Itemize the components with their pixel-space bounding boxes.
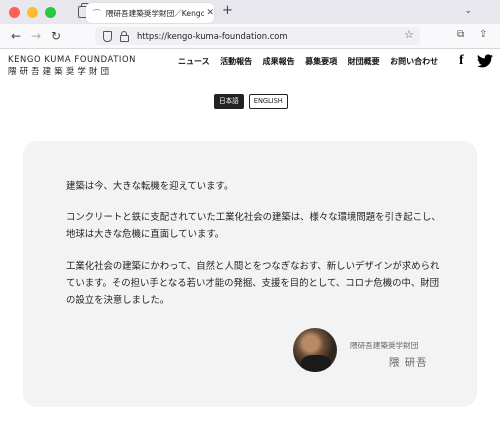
main-nav: ニュース 活動報告 成果報告 募集要項 財団概要 お問い合わせ (178, 56, 449, 67)
nav-item-contact[interactable]: お問い合わせ (390, 56, 438, 67)
message-paragraph-2: コンクリートと鉄に支配されていた工業化社会の建築は、様々な環境問題を引き起こし、… (66, 212, 441, 240)
star-icon[interactable]: ☆ (404, 28, 414, 41)
nav-item-foundation-overview[interactable]: 財団概要 (348, 56, 380, 67)
lang-japanese-button[interactable]: 日本語 (214, 94, 244, 109)
zoom-window-button[interactable] (45, 6, 56, 18)
back-icon[interactable]: ← (6, 29, 26, 43)
site-header: KENGO KUMA FOUNDATION 隈研吾建築奨学財団 ニュース 活動報… (0, 49, 500, 83)
navigation-bar: ← → ↻ https://kengo-kuma-foundation.com … (0, 24, 500, 49)
message-paragraph-1: 建築は今、大きな転機を迎えています。 (66, 181, 234, 192)
tab-bar: ⌒ 隈研吾建築奨学財団／Kengo Kuma ✕ + ⌄ (0, 0, 500, 24)
new-tab-button[interactable]: + (222, 4, 233, 18)
logo-japanese: 隈研吾建築奨学財団 (8, 66, 113, 76)
message-card: 建築は今、大きな転機を迎えています。 コンクリートと鉄に支配されていた工業化社会… (23, 141, 477, 407)
avatar (293, 328, 337, 372)
extensions-icon[interactable]: ⧉ (457, 29, 464, 40)
site-logo[interactable]: KENGO KUMA FOUNDATION 隈研吾建築奨学財団 (8, 54, 136, 77)
language-switch: 日本語 ENGLISH (214, 94, 288, 109)
browser-window: ⌒ 隈研吾建築奨学財団／Kengo Kuma ✕ + ⌄ ← → ↻ https… (0, 0, 500, 435)
nav-item-results-report[interactable]: 成果報告 (263, 56, 295, 67)
reload-icon[interactable]: ↻ (46, 29, 66, 43)
tab-close-icon[interactable]: ✕ (206, 8, 214, 18)
tab-title: 隈研吾建築奨学財団／Kengo Kuma (105, 8, 205, 18)
favicon-icon: ⌒ (93, 8, 101, 18)
window-controls (9, 6, 56, 18)
close-window-button[interactable] (9, 6, 20, 18)
url-bar[interactable]: https://kengo-kuma-foundation.com ☆ (95, 27, 420, 45)
shield-icon[interactable] (103, 30, 112, 42)
nav-item-application-guidelines[interactable]: 募集要項 (305, 56, 337, 67)
signature-name: 隈 研吾 (389, 357, 428, 369)
tab-active[interactable]: ⌒ 隈研吾建築奨学財団／Kengo Kuma ✕ (86, 3, 214, 23)
share-icon[interactable]: ⇪ (479, 29, 487, 40)
nav-item-activity-report[interactable]: 活動報告 (220, 56, 252, 67)
url-text[interactable]: https://kengo-kuma-foundation.com (137, 31, 288, 41)
twitter-icon[interactable] (477, 54, 493, 68)
message-paragraph-3: 工業化社会の建築にかわって、自然と人間とをつなぎなおす、新しいデザインが求められ… (66, 261, 440, 306)
signature-organization: 隈研吾建築奨学財団 (350, 341, 419, 350)
lock-icon[interactable] (120, 30, 129, 42)
tab-list-chevron-icon[interactable]: ⌄ (464, 6, 472, 16)
lang-english-button[interactable]: ENGLISH (248, 94, 288, 109)
facebook-icon[interactable]: f (459, 53, 464, 69)
forward-icon[interactable]: → (26, 29, 46, 43)
minimize-window-button[interactable] (27, 6, 38, 18)
nav-item-news[interactable]: ニュース (178, 56, 210, 67)
logo-english: KENGO KUMA FOUNDATION (8, 54, 137, 64)
